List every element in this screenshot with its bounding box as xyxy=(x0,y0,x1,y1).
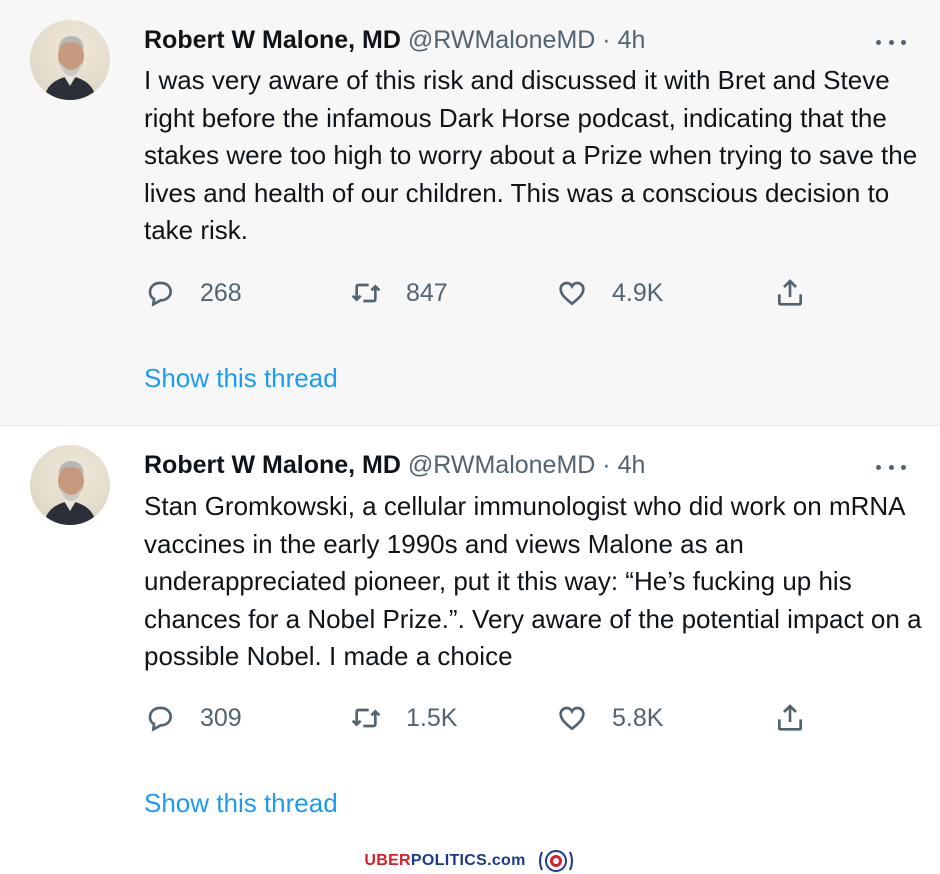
share-button[interactable] xyxy=(774,698,806,738)
more-dots-icon[interactable] xyxy=(876,37,906,47)
avatar-portrait xyxy=(44,36,96,100)
share-button[interactable] xyxy=(774,273,806,313)
reply-button[interactable]: 268 xyxy=(144,273,242,313)
avatar[interactable] xyxy=(30,20,110,100)
avatar[interactable] xyxy=(30,445,110,525)
avatar-portrait xyxy=(44,461,96,525)
share-upload-icon xyxy=(778,704,802,731)
tweet-header: Robert W Malone, MD @RWMaloneMD · 4h xyxy=(144,26,645,55)
heart-icon xyxy=(559,281,585,306)
reply-bubble-icon xyxy=(148,281,173,307)
more-dots-icon[interactable] xyxy=(876,462,906,472)
show-thread-link[interactable]: Show this thread xyxy=(144,363,338,394)
author-handle[interactable]: @RWMaloneMD xyxy=(408,451,595,479)
tweet-actions: 268 847 4.9K xyxy=(144,273,844,313)
tweet-text: Stan Gromkowski, a cellular immunologist… xyxy=(144,491,922,671)
timestamp[interactable]: 4h xyxy=(618,26,646,54)
reply-button[interactable]: 309 xyxy=(144,698,242,738)
author-handle[interactable]: @RWMaloneMD xyxy=(408,26,595,54)
like-button[interactable]: 4.9K xyxy=(556,273,663,313)
watermark-text: UBERPOLITICS.com xyxy=(364,852,526,869)
like-button[interactable]: 5.8K xyxy=(556,698,663,738)
tweet-text: I was very aware of this risk and discus… xyxy=(144,65,918,245)
share-upload-icon xyxy=(778,279,802,306)
reply-count: 309 xyxy=(200,703,242,732)
retweet-count: 847 xyxy=(406,278,448,307)
author-name[interactable]: Robert W Malone, MD xyxy=(144,451,401,479)
retweet-button[interactable]: 1.5K xyxy=(350,698,457,738)
reply-bubble-icon xyxy=(148,706,173,732)
like-count: 5.8K xyxy=(612,703,664,732)
timestamp[interactable]: 4h xyxy=(618,451,646,479)
author-name[interactable]: Robert W Malone, MD xyxy=(144,26,401,54)
tweet-actions: 309 1.5K 5.8K xyxy=(144,698,844,738)
tweet-1[interactable]: Robert W Malone, MD @RWMaloneMD · 4h I w… xyxy=(0,0,940,425)
separator-dot: · xyxy=(602,451,611,479)
watermark: UBERPOLITICS.com xyxy=(0,846,940,874)
reply-count: 268 xyxy=(200,278,242,307)
watermark-logo-icon xyxy=(538,850,573,872)
retweet-button[interactable]: 847 xyxy=(350,273,448,313)
tweet-header: Robert W Malone, MD @RWMaloneMD · 4h xyxy=(144,451,645,480)
show-thread-link[interactable]: Show this thread xyxy=(144,788,338,819)
retweet-count: 1.5K xyxy=(406,703,458,732)
like-count: 4.9K xyxy=(612,278,664,307)
retweet-arrows-icon xyxy=(351,708,381,728)
retweet-arrows-icon xyxy=(351,283,381,303)
heart-icon xyxy=(559,706,585,731)
separator-dot: · xyxy=(602,26,611,54)
